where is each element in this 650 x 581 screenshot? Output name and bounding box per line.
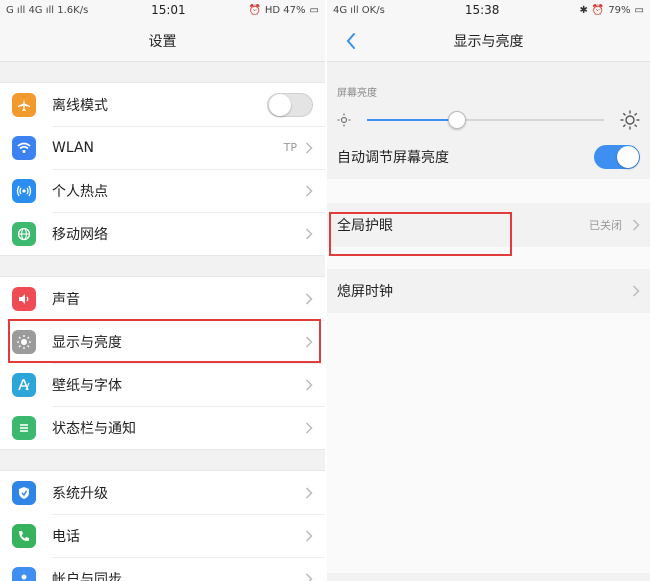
- settings-item-wallpaper[interactable]: 壁纸与字体: [0, 363, 325, 406]
- settings-group: 离线模式 WLAN TP 个人热点移动网络: [0, 82, 325, 256]
- battery-icon: ▭: [634, 4, 644, 16]
- back-icon[interactable]: [339, 29, 363, 53]
- settings-item-label: 显示与亮度: [52, 334, 122, 351]
- status-right: HD 47%: [264, 4, 306, 16]
- group-gap: [327, 247, 650, 269]
- auto-brightness-row[interactable]: 自动调节屏幕亮度: [327, 135, 650, 179]
- alarm-icon: ⏰: [591, 4, 605, 16]
- shield-icon: [12, 480, 36, 505]
- status-bar-right: 4G ıll OK/s 15:38 ✱ ⏰ 79% ▭: [327, 0, 650, 20]
- settings-item-label: 声音: [52, 291, 80, 308]
- chevron-right-icon: [305, 292, 313, 305]
- globe-icon: [12, 221, 36, 246]
- list-icon: [12, 415, 36, 440]
- settings-item-airplane[interactable]: 离线模式: [0, 83, 325, 126]
- settings-item-statusbar[interactable]: 状态栏与通知: [0, 406, 325, 449]
- settings-group: 系统升级电话帐户与同步: [0, 470, 325, 581]
- toggle-knob: [269, 93, 291, 116]
- brightness-slider-row: [327, 105, 650, 135]
- brightness-slider-thumb[interactable]: [448, 111, 467, 129]
- settings-item-mobile[interactable]: 移动网络: [0, 212, 325, 255]
- airplane-icon: [12, 92, 36, 117]
- settings-item-label: 系统升级: [52, 485, 108, 502]
- eye-care-label: 全局护眼: [337, 218, 393, 234]
- chevron-right-icon: [305, 572, 313, 581]
- brightness-section-label: 屏幕亮度: [337, 88, 377, 99]
- chevron-right-icon: [305, 486, 313, 499]
- chevron-right-icon: [305, 184, 313, 197]
- settings-item-wlan[interactable]: WLAN TP: [0, 126, 325, 169]
- wifi-icon: [12, 135, 36, 160]
- chevron-right-icon: [305, 378, 313, 391]
- settings-item-display[interactable]: 显示与亮度: [0, 320, 325, 363]
- toggle-knob: [617, 146, 639, 168]
- eye-care-value: 已关闭: [589, 219, 622, 232]
- chevron-right-icon: [632, 219, 640, 231]
- brightness-slider-fill: [367, 119, 458, 121]
- settings-item-label: 个人热点: [52, 183, 108, 200]
- chevron-right-icon: [305, 529, 313, 542]
- settings-item-label: 状态栏与通知: [52, 420, 136, 437]
- settings-item-value: TP: [283, 141, 297, 154]
- sync-icon: [12, 566, 36, 581]
- status-left-right: 4G ıll OK/s: [333, 4, 385, 16]
- settings-item-label: 离线模式: [52, 97, 108, 114]
- settings-list: 离线模式 WLAN TP 个人热点 移动网络 声音 显示与亮度 壁纸与字体 状态栏与通知 系统升级…: [0, 82, 325, 581]
- speaker-icon: [12, 286, 36, 311]
- settings-group: 声音显示与亮度壁纸与字体状态栏与通知: [0, 276, 325, 450]
- aod-group: 熄屏时钟: [327, 269, 650, 313]
- aod-label: 熄屏时钟: [337, 284, 393, 300]
- nav-bar-right: 显示与亮度: [327, 20, 650, 62]
- brightness-icon: [12, 329, 36, 354]
- phone-icon: [12, 523, 36, 548]
- settings-item-sound[interactable]: 声音: [0, 277, 325, 320]
- brightness-low-icon: [337, 113, 351, 127]
- nav-bar: 设置: [0, 20, 325, 62]
- chevron-right-icon: [305, 421, 313, 434]
- chevron-right-icon: [305, 335, 313, 348]
- chevron-right-icon: [305, 227, 313, 240]
- settings-item-label: 帐户与同步: [52, 571, 122, 581]
- settings-item-label: 壁纸与字体: [52, 377, 122, 394]
- chevron-right-icon: [305, 141, 313, 154]
- bluetooth-icon: ✱: [579, 4, 588, 16]
- settings-item-update[interactable]: 系统升级: [0, 471, 325, 514]
- empty-area: [327, 313, 650, 573]
- battery-icon: ▭: [309, 4, 319, 16]
- font-icon: [12, 372, 36, 397]
- settings-item-label: 移动网络: [52, 226, 108, 243]
- airplane-mode-toggle[interactable]: [267, 92, 313, 117]
- brightness-slider[interactable]: [367, 111, 604, 129]
- eye-care-group: 全局护眼 已关闭: [327, 203, 650, 247]
- page-title-right: 显示与亮度: [453, 33, 524, 50]
- settings-item-hotspot[interactable]: 个人热点: [0, 169, 325, 212]
- settings-item-account[interactable]: 帐户与同步: [0, 557, 325, 581]
- hotspot-icon: [12, 178, 36, 203]
- status-left: G ıll 4G ıll 1.6K/s: [6, 4, 89, 16]
- display-brightness-screen: 4G ıll OK/s 15:38 ✱ ⏰ 79% ▭ 显示与亮度 屏幕亮度 自…: [327, 0, 650, 581]
- auto-brightness-group: 自动调节屏幕亮度: [327, 135, 650, 179]
- group-gap: [327, 179, 650, 203]
- status-time-right: 15:38: [464, 3, 500, 17]
- settings-item-phone[interactable]: 电话: [0, 514, 325, 557]
- auto-brightness-toggle[interactable]: [594, 145, 640, 169]
- brightness-high-icon: [620, 110, 640, 130]
- aod-row[interactable]: 熄屏时钟: [327, 269, 650, 313]
- status-bar: G ıll 4G ıll 1.6K/s 15:01 ⏰ HD 47% ▭: [0, 0, 325, 20]
- page-title: 设置: [148, 33, 177, 50]
- auto-brightness-label: 自动调节屏幕亮度: [337, 150, 449, 166]
- alarm-icon: ⏰: [248, 4, 261, 16]
- settings-item-label: WLAN: [52, 139, 95, 156]
- settings-item-label: 电话: [52, 528, 80, 545]
- chevron-right-icon: [632, 285, 640, 297]
- eye-care-row[interactable]: 全局护眼 已关闭: [327, 203, 650, 247]
- status-right-right: 79%: [608, 4, 631, 16]
- status-time: 15:01: [151, 3, 186, 17]
- settings-screen: G ıll 4G ıll 1.6K/s 15:01 ⏰ HD 47% ▭ 设置 …: [0, 0, 325, 581]
